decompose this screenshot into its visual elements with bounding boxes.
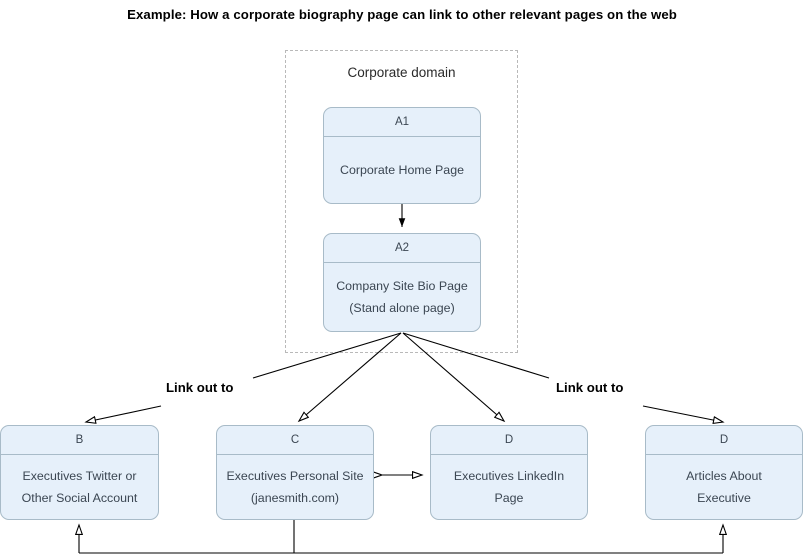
node-c-id: C (217, 426, 373, 455)
node-a2-body: Company Site Bio Page (Stand alone page) (324, 263, 480, 331)
node-a2-id: A2 (324, 234, 480, 263)
corporate-domain-label: Corporate domain (347, 65, 456, 80)
node-b-id: B (1, 426, 158, 455)
node-c-executives-personal-site[interactable]: C Executives Personal Site (janesmith.co… (216, 425, 374, 520)
node-d1-id: D (431, 426, 587, 455)
node-a1-body: Corporate Home Page (324, 137, 480, 203)
node-d2-body: Articles About Executive (646, 455, 802, 519)
node-a1-id: A1 (324, 108, 480, 137)
node-a2-line2: (Stand alone page) (349, 301, 455, 315)
node-b-body: Executives Twitter or Other Social Accou… (1, 455, 158, 519)
page-title: Example: How a corporate biography page … (127, 7, 677, 22)
link-out-to-label-left: Link out to (163, 380, 237, 395)
node-b-line2: Other Social Account (21, 491, 138, 505)
node-a2-line1: Company Site Bio Page (336, 279, 468, 293)
diagram-canvas: Example: How a corporate biography page … (0, 0, 804, 556)
node-d-executives-linkedin-page[interactable]: D Executives LinkedIn Page (430, 425, 588, 520)
node-d2-id: D (646, 426, 802, 455)
node-d2-line2: Executive (697, 491, 751, 505)
node-a2-company-site-bio-page[interactable]: A2 Company Site Bio Page (Stand alone pa… (323, 233, 481, 332)
node-b-executives-social-account[interactable]: B Executives Twitter or Other Social Acc… (0, 425, 159, 520)
node-c-line2: (janesmith.com) (250, 491, 340, 505)
node-d1-body: Executives LinkedIn Page (431, 455, 587, 519)
node-a1-line1: Corporate Home Page (340, 163, 464, 177)
node-c-line1: Executives Personal Site (226, 469, 364, 483)
link-out-to-label-right: Link out to (553, 380, 627, 395)
node-d1-line1: Executives LinkedIn (453, 469, 565, 483)
node-d1-line2: Page (494, 491, 524, 505)
node-a1-corporate-home-page[interactable]: A1 Corporate Home Page (323, 107, 481, 204)
connector-bottom-bus (79, 520, 723, 554)
node-c-body: Executives Personal Site (janesmith.com) (217, 455, 373, 519)
node-d2-line1: Articles About (686, 469, 762, 483)
node-b-line1: Executives Twitter or (22, 469, 137, 483)
node-d-articles-about-executive[interactable]: D Articles About Executive (645, 425, 803, 520)
